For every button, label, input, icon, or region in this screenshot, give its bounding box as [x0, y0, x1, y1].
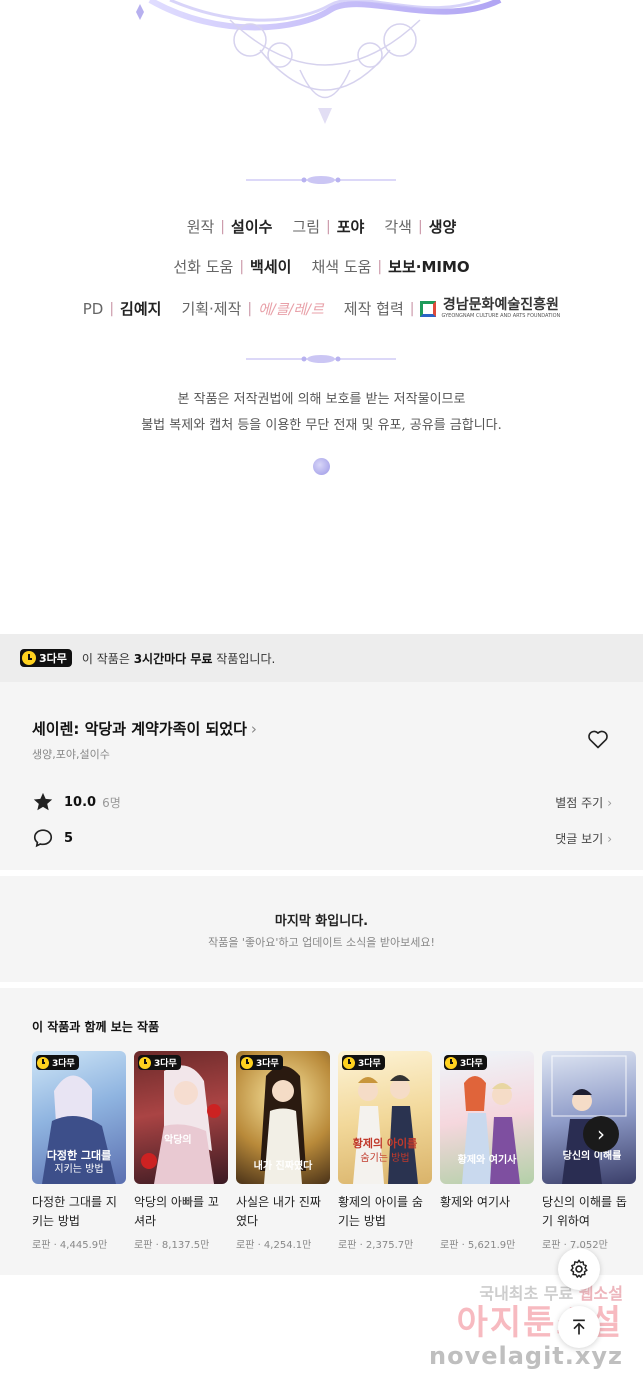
chevron-right-icon: ›: [607, 795, 612, 810]
svg-text:숨기는 방법: 숨기는 방법: [360, 1152, 409, 1164]
recommend-heading: 이 작품과 함께 보는 작품: [32, 1020, 160, 1034]
card-title: 당신의 이해를 돕기 위하여: [542, 1195, 627, 1228]
card-meta: 로판 · 2,375.7만: [338, 1240, 414, 1251]
recommend-card[interactable]: 황제와 여기사 3다무 황제와 여기사 로판 · 5,621.9만: [440, 1051, 534, 1251]
cover-image: 악당의 3다무: [134, 1051, 228, 1184]
credit-color-assist: 채색 도움 | 보보·MIMO: [311, 258, 470, 276]
card-meta: 로판 · 5,621.9만: [440, 1240, 516, 1251]
comment-icon: [33, 829, 53, 848]
clock-icon: [445, 1056, 457, 1069]
settings-button[interactable]: [558, 1248, 600, 1290]
rate-button[interactable]: 별점 주기 ›: [555, 794, 612, 811]
wait-free-badge: 3다무: [342, 1055, 385, 1070]
recommend-card[interactable]: 당신의 이해를 당신의 이해를 돕기 위하여 로판 · 7,052만: [542, 1051, 636, 1251]
free-notice-text: 이 작품은 3시간마다 무료 작품입니다.: [81, 651, 276, 666]
recommend-card[interactable]: 악당의 3다무 악당의 아빠를 꼬셔라 로판 · 8,137.5만: [134, 1051, 228, 1251]
ornament-divider: [246, 176, 396, 184]
rating-value: 10.0: [64, 794, 97, 810]
clock-icon: [139, 1056, 151, 1069]
recommend-card[interactable]: 다정한 그대를 지키는 방법 3다무 다정한 그대를 지키는 방법 로판 · 4…: [32, 1051, 126, 1251]
last-episode-subtitle: 작품을 '좋아요'하고 업데이트 소식을 받아보세요!: [208, 936, 435, 949]
credit-adaptation: 각색 | 생양: [384, 218, 457, 236]
credit-pd: PD | 김예지: [82, 299, 162, 319]
card-title: 황제와 여기사: [440, 1195, 511, 1209]
svg-text:황제와 여기사: 황제와 여기사: [458, 1153, 517, 1166]
star-icon: [33, 792, 53, 811]
card-meta: 로판 · 4,445.9만: [32, 1240, 108, 1251]
card-meta: 로판 · 4,254.1만: [236, 1240, 312, 1251]
credit-line-assist: 선화 도움 | 백세이: [173, 258, 292, 276]
carousel-next-button[interactable]: ›: [583, 1116, 619, 1152]
notice-line: 불법 복제와 캡처 등을 이용한 무단 전재 및 유포, 공유를 금합니다.: [141, 418, 502, 433]
clock-icon: [37, 1056, 49, 1069]
card-title: 사실은 내가 진짜였다: [236, 1195, 321, 1228]
gem-ornament: [313, 458, 330, 475]
illustration-ornament: [136, 0, 502, 124]
credit-cooperation: 제작 협력 | 경남문화예술진흥원 GYEONGNAM CULTURE AND AR…: [343, 297, 561, 319]
card-meta: 로판 · 8,137.5만: [134, 1240, 210, 1251]
svg-text:다정한 그대를: 다정한 그대를: [47, 1148, 112, 1162]
wait-free-badge: 3다무: [240, 1055, 283, 1070]
recommend-section: 이 작품과 함께 보는 작품 다정한 그대를 지키는 방법 3다무 다정한 그대…: [0, 988, 643, 1275]
copyright-notice: 본 작품은 저작권법에 의해 보호를 받는 저작물이므로 불법 복제와 캡처 등…: [0, 387, 643, 439]
cover-image: 당신의 이해를: [542, 1051, 636, 1184]
comment-row: 5 댓글 보기 ›: [32, 826, 612, 850]
cover-image: 내가 진짜였다 3다무: [236, 1051, 330, 1184]
cover-image: 황제와 여기사 3다무: [440, 1051, 534, 1184]
rating-row: 10.0 6명 별점 주기 ›: [32, 790, 612, 814]
card-meta: 로판 · 7,052만: [542, 1240, 608, 1251]
scroll-top-button[interactable]: [558, 1306, 600, 1348]
credit-art: 그림 | 포야: [292, 218, 365, 236]
gear-icon: [570, 1259, 588, 1278]
comment-count: 5: [64, 830, 74, 846]
arrow-up-icon: [573, 1319, 585, 1335]
like-heart-button[interactable]: [586, 727, 610, 751]
rating-count: 6명: [102, 795, 121, 810]
svg-text:지키는 방법: 지키는 방법: [54, 1163, 103, 1175]
cover-image: 다정한 그대를 지키는 방법 3다무: [32, 1051, 126, 1184]
svg-text:내가 진짜였다: 내가 진짜였다: [254, 1159, 313, 1172]
svg-text:황제의 아이를: 황제의 아이를: [353, 1136, 418, 1150]
ornament-divider: [246, 355, 396, 363]
credit-planning: 기획·제작 | 에/클/레/르: [181, 300, 324, 318]
work-title-link[interactable]: 세이렌: 악당과 계약가족이 되었다 ›: [32, 718, 257, 739]
wait-free-badge: 3다무: [444, 1055, 487, 1070]
svg-text:악당의: 악당의: [164, 1133, 192, 1146]
free-notice-bar: 3다무 이 작품은 3시간마다 무료 작품입니다.: [0, 634, 643, 682]
last-episode-title: 마지막 화입니다.: [274, 914, 369, 929]
credit-original: 원작 | 설이수: [186, 218, 273, 236]
card-title: 악당의 아빠를 꼬셔라: [134, 1195, 219, 1228]
chevron-right-icon: ›: [597, 1122, 605, 1146]
wait-free-badge: 3다무: [20, 649, 72, 667]
chevron-right-icon: ›: [250, 720, 257, 738]
chevron-right-icon: ›: [607, 831, 612, 846]
wait-free-badge: 3다무: [36, 1055, 79, 1070]
card-title: 황제의 아이를 숨기는 방법: [338, 1195, 423, 1228]
notice-line: 본 작품은 저작권법에 의해 보호를 받는 저작물이므로: [177, 392, 466, 407]
work-authors: 생양,포야,설이수: [32, 748, 110, 761]
last-episode-panel: 마지막 화입니다. 작품을 '좋아요'하고 업데이트 소식을 받아보세요!: [0, 876, 643, 982]
gyeongnam-foundation-logo: 경남문화예술진흥원 GYEONGNAM CULTURE AND ARTS FOUN…: [420, 298, 560, 319]
cover-image: 황제의 아이를 숨기는 방법 3다무: [338, 1051, 432, 1184]
wait-free-badge: 3다무: [138, 1055, 181, 1070]
svg-text:당신의 이해를: 당신의 이해를: [563, 1149, 622, 1162]
work-info-panel: 세이렌: 악당과 계약가족이 되었다 › 생양,포야,설이수 10.0 6명 별점…: [0, 682, 643, 870]
clock-icon: [343, 1056, 355, 1069]
recommend-card[interactable]: 내가 진짜였다 3다무 사실은 내가 진짜였다 로판 · 4,254.1만: [236, 1051, 330, 1251]
recommend-card[interactable]: 황제의 아이를 숨기는 방법 3다무 황제의 아이를 숨기는 방법 로판 · 2…: [338, 1051, 432, 1251]
clock-icon: [22, 651, 36, 665]
clock-icon: [241, 1056, 253, 1069]
eclair-logo: 에/클/레/르: [258, 301, 324, 318]
view-comments-button[interactable]: 댓글 보기 ›: [555, 830, 612, 847]
card-title: 다정한 그대를 지키는 방법: [32, 1195, 117, 1228]
